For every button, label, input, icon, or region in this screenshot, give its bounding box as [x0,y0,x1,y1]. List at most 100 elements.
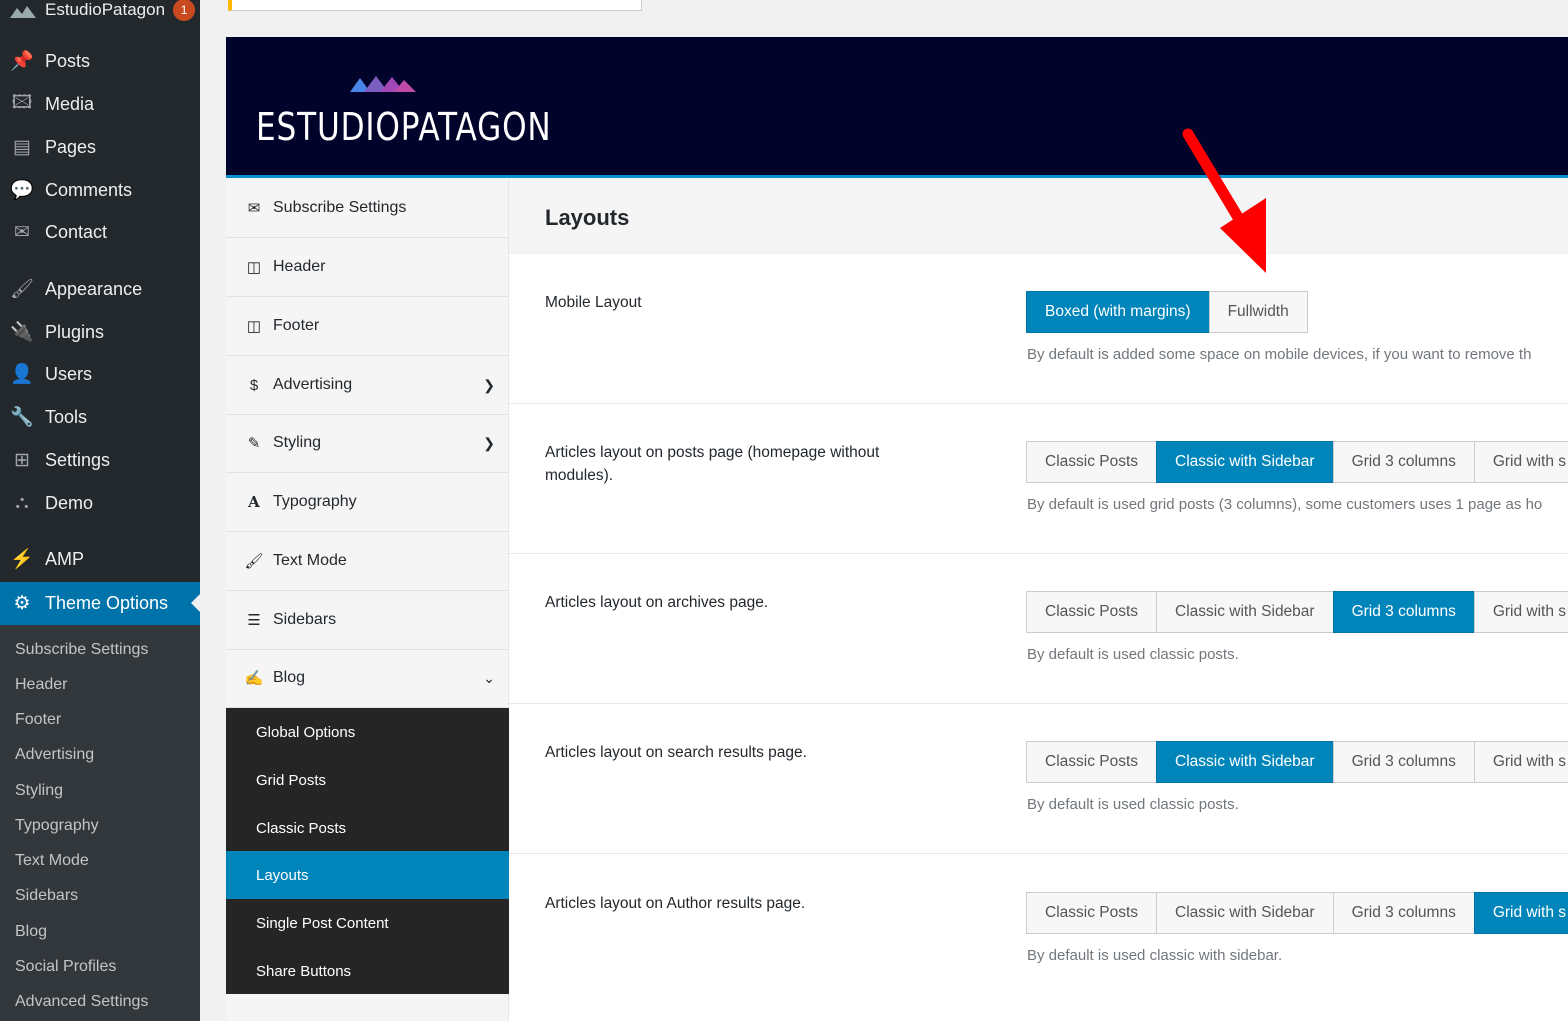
menu-item-media[interactable]: 🖾 Media [0,84,200,124]
nav-label: Advertising [273,376,353,393]
option-button[interactable]: Classic with Sidebar [1156,741,1334,783]
option-button[interactable]: Classic Posts [1026,741,1158,783]
setting-label: Mobile Layout [545,294,642,311]
menu-item-demo[interactable]: ⛬ Demo [0,483,200,523]
menu-item-plugins[interactable]: 🔌 Plugins [0,312,200,352]
submenu-item[interactable]: Footer [15,711,61,729]
submenu-item[interactable]: Typography [15,817,99,835]
setting-label: Articles layout on search results page. [545,744,807,761]
nav-text-mode[interactable]: 🖌 Text Mode [226,532,509,591]
menu-item-settings[interactable]: ⊞ Settings [0,440,200,480]
nav-label: Header [273,258,326,275]
nav-blog[interactable]: ✍ Blog ⌄ [226,649,509,708]
menu-label: Demo [45,492,94,513]
nav-label: Sidebars [273,611,337,628]
option-button[interactable]: Fullwidth [1208,291,1308,333]
option-button[interactable]: Grid with s [1473,892,1568,934]
option-button[interactable]: Grid 3 columns [1332,892,1475,934]
option-button[interactable]: Grid with s [1473,741,1568,783]
menu-label: Appearance [45,278,143,299]
setting-description: By default is used classic posts. [1027,796,1239,813]
menu-label: Pages [45,136,97,157]
setting-label: Articles layout on archives page. [545,594,769,611]
content-header: Layouts [509,179,1568,254]
option-button[interactable]: Grid with s [1473,591,1568,633]
option-button[interactable]: Grid 3 columns [1332,741,1475,783]
settings-icon: ⊞ [14,449,30,471]
dollar-icon: $ [249,376,259,394]
menu-item-tools[interactable]: 🔧 Tools [0,397,200,437]
submenu-item[interactable]: Header [15,676,67,694]
envelope-icon: ✉ [247,200,261,217]
mail-icon: ✉ [14,221,30,243]
submenu-item[interactable]: Advertising [15,746,94,764]
option-button[interactable]: Classic Posts [1026,441,1158,483]
nav-subscribe-settings[interactable]: ✉ Subscribe Settings [226,179,509,238]
button-group: Classic Posts Classic with Sidebar Grid … [1026,892,1568,934]
annotation-arrow-icon [1182,128,1266,273]
setting-description: By default is added some space on mobile… [1027,346,1532,363]
notification-badge: 1 [173,0,196,21]
nav-label: Typography [273,493,357,510]
menu-label: Theme Options [45,593,169,613]
nav-advertising[interactable]: $ Advertising ❯ [226,356,509,415]
admin-sidebar: EstudioPatagon 1 📌 Posts 🖾 Media ▤ Pages 💬 C… [0,0,200,1021]
setting-row-archives: Articles layout on archives page. Classi… [509,554,1568,704]
subnav-global-options[interactable]: Global Options [226,708,509,756]
menu-item-amp[interactable]: ⚡ AMP [0,539,200,579]
menu-item-theme-options[interactable]: ⚙ Theme Options [0,582,200,625]
option-button[interactable]: Classic Posts [1026,591,1158,633]
menu-item-appearance[interactable]: 🖌 Appearance [0,269,200,309]
nav-typography[interactable]: A Typography [226,473,509,532]
pages-icon: ▤ [13,136,31,158]
brand-mountains-icon [350,76,416,92]
nav-label: Subscribe Settings [273,199,407,216]
menu-item-users[interactable]: 👤 Users [0,354,200,394]
comment-icon: 💬 [10,180,34,201]
nav-label: Blog [273,669,306,686]
option-button[interactable]: Grid 3 columns [1332,591,1475,633]
menu-item-pages[interactable]: ▤ Pages [0,127,200,167]
option-button[interactable]: Classic with Sidebar [1156,591,1334,633]
nav-sidebars[interactable]: ☰ Sidebars [226,591,509,650]
columns-icon: ◫ [246,318,262,335]
menu-label: Tools [45,406,88,427]
option-button[interactable]: Grid 3 columns [1332,441,1475,483]
option-button[interactable]: Classic with Sidebar [1156,441,1334,483]
menu-item-posts[interactable]: 📌 Posts [0,41,200,81]
nav-styling[interactable]: ✎ Styling ❯ [226,414,509,473]
site-name-link[interactable]: EstudioPatagon 1 [0,0,200,26]
nav-footer[interactable]: ◫ Footer [226,297,509,356]
setting-description: By default is used grid posts (3 columns… [1027,496,1543,513]
subnav-share-buttons[interactable]: Share Buttons [226,947,509,995]
menu-label: Comments [45,179,133,200]
submenu-item[interactable]: Advanced Settings [15,993,148,1011]
menu-item-contact[interactable]: ✉ Contact [0,212,200,252]
submenu-item[interactable]: Styling [15,782,63,800]
nav-label: Text Mode [273,552,347,569]
top-input-box[interactable] [228,0,642,11]
option-button[interactable]: Grid with s [1473,441,1568,483]
chevron-down-icon: ⌄ [483,669,495,686]
menu-label: Settings [45,449,111,470]
subnav-layouts[interactable]: Layouts [226,851,509,899]
submenu-item[interactable]: Subscribe Settings [15,641,148,659]
font-icon: A [248,493,260,511]
option-button[interactable]: Boxed (with margins) [1026,291,1210,333]
subnav-grid-posts[interactable]: Grid Posts [226,756,509,804]
setting-label: Articles layout on Author results page. [545,895,806,912]
subnav-classic-posts[interactable]: Classic Posts [226,804,509,852]
submenu-item[interactable]: Blog [15,923,47,941]
submenu-item[interactable]: Text Mode [15,852,89,870]
site-logo-icon [10,3,36,18]
nav-header[interactable]: ◫ Header [226,238,509,297]
paintbrush-icon: 🖌 [244,553,264,570]
submenu-item[interactable]: Sidebars [15,887,78,905]
nav-label: Footer [273,317,320,334]
chevron-right-icon: ❯ [483,434,495,451]
menu-item-comments[interactable]: 💬 Comments [0,170,200,210]
submenu-item[interactable]: Social Profiles [15,958,116,976]
option-button[interactable]: Classic with Sidebar [1156,892,1334,934]
option-button[interactable]: Classic Posts [1026,892,1158,934]
subnav-single-post-content[interactable]: Single Post Content [226,899,509,947]
